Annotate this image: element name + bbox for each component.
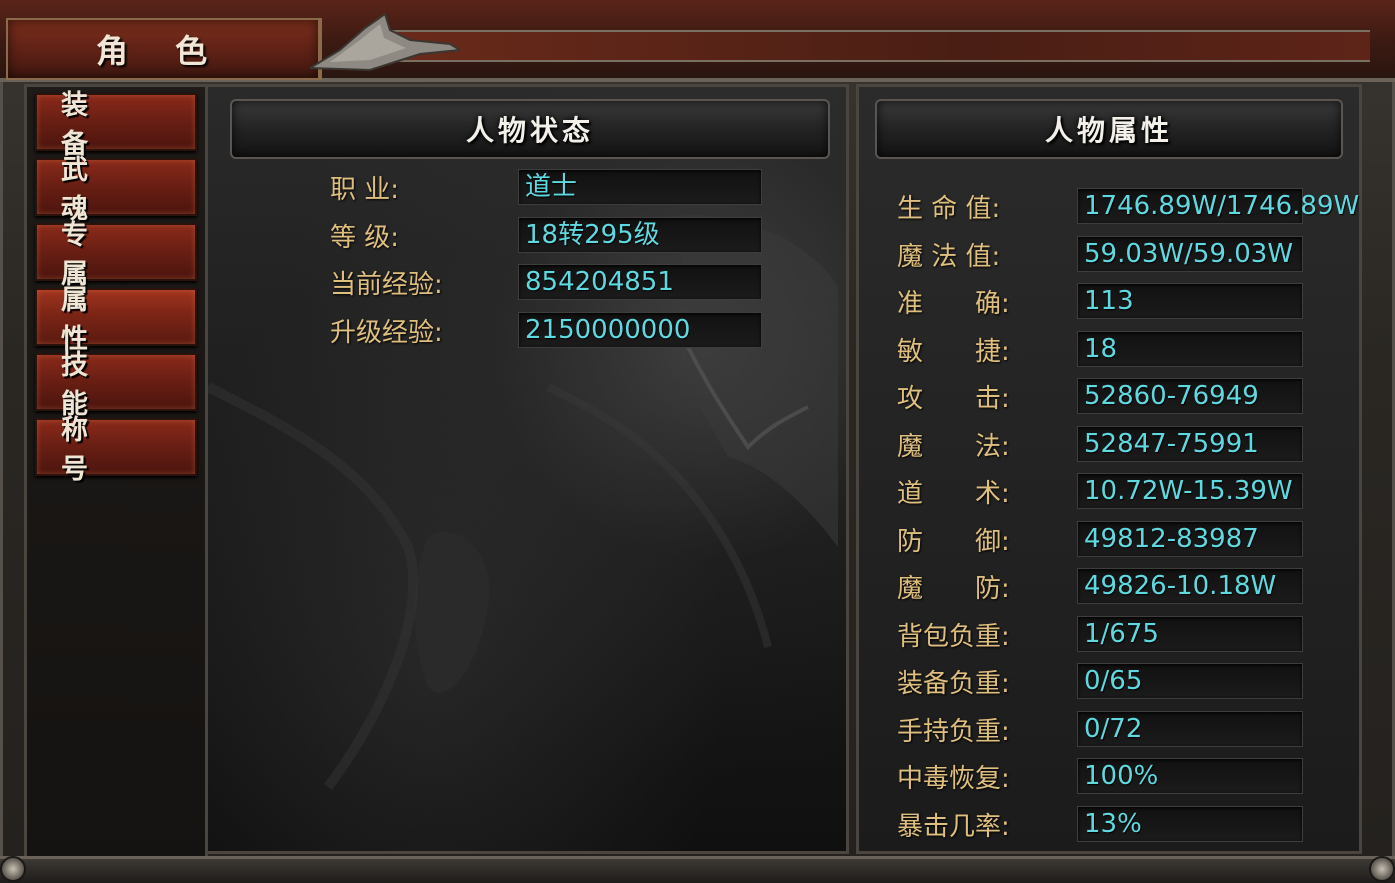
value-taoism: 10.72W-15.39W [1077, 473, 1303, 509]
label-equip-weight: 装备负重: [897, 669, 1010, 699]
label-poison-recovery: 中毒恢复: [897, 764, 1010, 794]
tab-skills[interactable]: 技 能 [35, 350, 197, 420]
label-attack: 攻 击: [897, 384, 1010, 414]
value-agility: 18 [1077, 331, 1303, 367]
label-hp: 生 命 值: [897, 194, 1001, 224]
value-class: 道士 [518, 169, 762, 205]
window-title: 角 色 [96, 32, 226, 70]
value-level: 18转295级 [518, 217, 762, 253]
tab-equipment[interactable]: 装 备 [35, 90, 197, 160]
value-magic-defense: 49826-10.18W [1077, 568, 1303, 604]
label-current-exp: 当前经验: [330, 270, 443, 300]
value-accuracy: 113 [1077, 283, 1303, 319]
value-current-exp: 854204851 [518, 264, 762, 300]
tab-attributes[interactable]: 属 性 [35, 285, 197, 355]
label-levelup-exp: 升级经验: [330, 318, 443, 348]
tab-martial-soul[interactable]: 武 魂 [35, 155, 197, 225]
label-bag-weight: 背包负重: [897, 622, 1010, 652]
label-class: 职 业: [330, 175, 400, 205]
label-agility: 敏 捷: [897, 337, 1010, 367]
attributes-panel: 人物属性 生 命 值: 1746.89W/1746.89W 魔 法 值: 59.… [856, 84, 1362, 854]
corner-gem-icon [1369, 856, 1395, 882]
tab-titles[interactable]: 称 号 [35, 415, 197, 485]
label-magic: 魔 法: [897, 432, 1010, 462]
label-defense: 防 御: [897, 527, 1010, 557]
tab-exclusive[interactable]: 专 属 [35, 220, 197, 290]
value-crit-rate: 13% [1077, 806, 1303, 842]
sidebar: 装 备 武 魂 专 属 属 性 技 能 称 号 [24, 84, 208, 860]
attributes-header: 人物属性 [875, 99, 1343, 159]
label-mp: 魔 法 值: [897, 242, 1001, 272]
label-accuracy: 准 确: [897, 289, 1010, 319]
value-magic: 52847-75991 [1077, 426, 1303, 462]
value-equip-weight: 0/65 [1077, 663, 1303, 699]
title-bar: 角 色 [0, 0, 1395, 82]
label-level: 等 级: [330, 223, 400, 253]
value-defense: 49812-83987 [1077, 521, 1303, 557]
corner-gem-icon [0, 856, 26, 882]
label-taoism: 道 术: [897, 479, 1010, 509]
status-panel: 人物状态 职 业: 道士 等 级: 18转295级 当前经验: 85420485… [205, 84, 849, 854]
bottom-frame [0, 856, 1395, 883]
label-crit-rate: 暴击几率: [897, 812, 1010, 842]
value-bag-weight: 1/675 [1077, 616, 1303, 652]
value-mp: 59.03W/59.03W [1077, 236, 1303, 272]
value-hand-weight: 0/72 [1077, 711, 1303, 747]
value-levelup-exp: 2150000000 [518, 312, 762, 348]
title-bar-strip [380, 30, 1370, 62]
value-hp: 1746.89W/1746.89W [1077, 188, 1359, 224]
ornament-icon [310, 12, 460, 72]
label-hand-weight: 手持负重: [897, 717, 1010, 747]
value-attack: 52860-76949 [1077, 378, 1303, 414]
value-poison-recovery: 100% [1077, 758, 1303, 794]
label-magic-defense: 魔 防: [897, 574, 1010, 604]
status-header: 人物状态 [230, 99, 830, 159]
